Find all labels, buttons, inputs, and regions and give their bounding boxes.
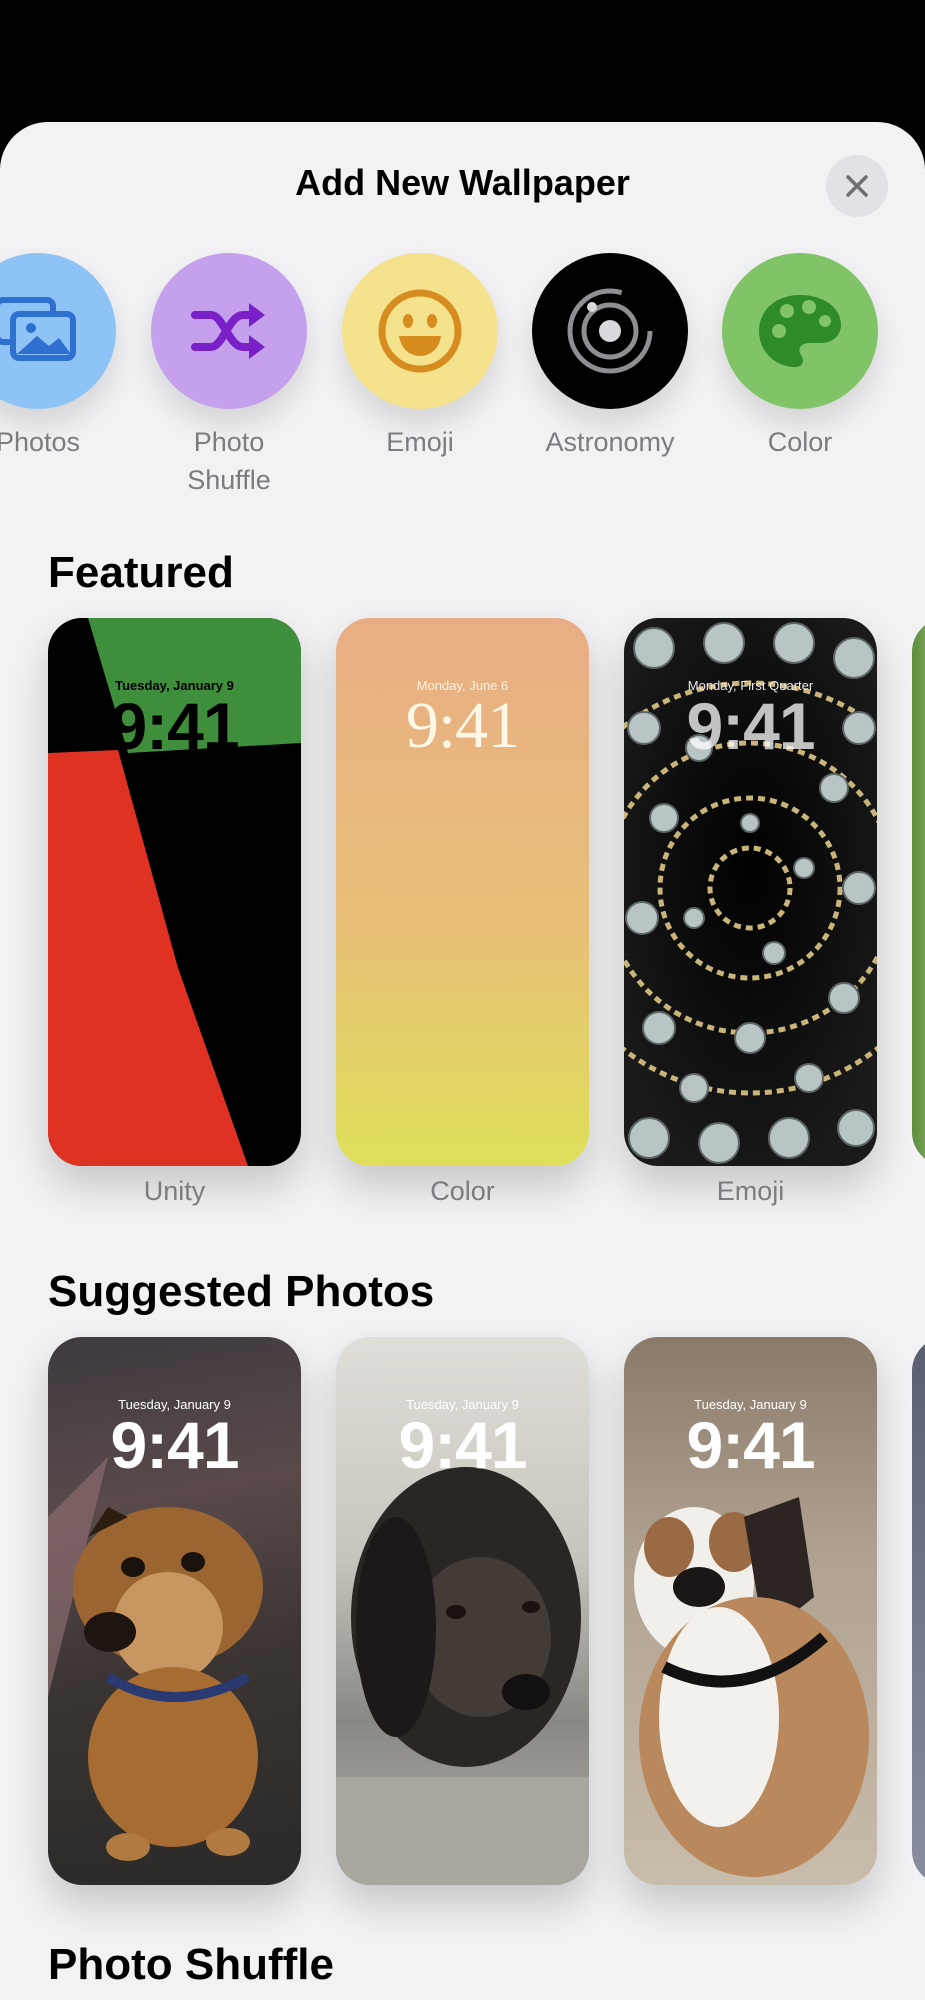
featured-caption-emoji: Emoji xyxy=(716,1176,785,1206)
category-color-label: Color xyxy=(767,427,833,457)
category-photos-circle xyxy=(0,253,116,409)
category-emoji-circle xyxy=(342,253,498,409)
lock-time: 9:41 xyxy=(405,689,520,762)
close-button[interactable] xyxy=(826,155,888,217)
suggested-photo-card-1[interactable]: Tuesday, January 9 9:41 xyxy=(48,1337,301,1885)
category-astronomy-label: Astronomy xyxy=(545,427,675,457)
add-wallpaper-sheet: Add New Wallpaper Photos Photo Shuffle E… xyxy=(0,122,925,2000)
lock-time: 9:41 xyxy=(686,689,815,763)
smiley-icon xyxy=(378,289,462,373)
suggested-photo-card-3[interactable]: Tuesday, January 9 9:41 xyxy=(624,1337,877,1885)
featured-card-emoji[interactable]: Monday, First Quarter 9:41 xyxy=(624,618,877,1166)
featured-card-unity[interactable]: Tuesday, January 9 9:41 xyxy=(48,618,301,1166)
featured-caption-unity: Unity xyxy=(143,1176,206,1206)
lock-time: 9:41 xyxy=(110,1408,239,1482)
featured-heading: Featured xyxy=(48,548,234,597)
palette-icon xyxy=(759,295,841,367)
shuffle-icon xyxy=(191,303,265,359)
lock-time: 9:41 xyxy=(110,689,239,763)
category-color-circle xyxy=(722,253,878,409)
category-astronomy-circle xyxy=(532,253,688,409)
category-emoji-label: Emoji xyxy=(386,427,454,457)
category-photo-shuffle-label: Photo Shuffle xyxy=(187,427,271,495)
lock-time: 9:41 xyxy=(398,1408,527,1482)
category-astronomy[interactable]: Astronomy xyxy=(532,253,688,461)
suggested-photo-card-2[interactable]: Tuesday, January 9 9:41 xyxy=(336,1337,589,1885)
featured-card-color[interactable]: Monday, June 6 9:41 xyxy=(336,618,589,1166)
category-color[interactable]: Color xyxy=(722,253,878,461)
category-photos[interactable]: Photos xyxy=(0,253,116,461)
suggested-photos-heading: Suggested Photos xyxy=(48,1267,435,1316)
category-emoji[interactable]: Emoji xyxy=(342,253,498,461)
featured-caption-color: Color xyxy=(430,1176,495,1206)
category-photos-label: Photos xyxy=(0,427,81,457)
photos-icon xyxy=(0,297,76,361)
category-photo-shuffle-circle xyxy=(151,253,307,409)
featured-card-next-peek[interactable] xyxy=(912,618,925,1166)
lock-time: 9:41 xyxy=(686,1408,815,1482)
suggested-card-next-peek[interactable] xyxy=(912,1337,925,1885)
astronomy-icon xyxy=(567,288,653,374)
category-photo-shuffle[interactable]: Photo Shuffle xyxy=(151,253,307,499)
sheet-title: Add New Wallpaper xyxy=(295,162,630,203)
close-icon xyxy=(846,175,868,197)
photo-shuffle-heading: Photo Shuffle xyxy=(48,1940,334,1989)
